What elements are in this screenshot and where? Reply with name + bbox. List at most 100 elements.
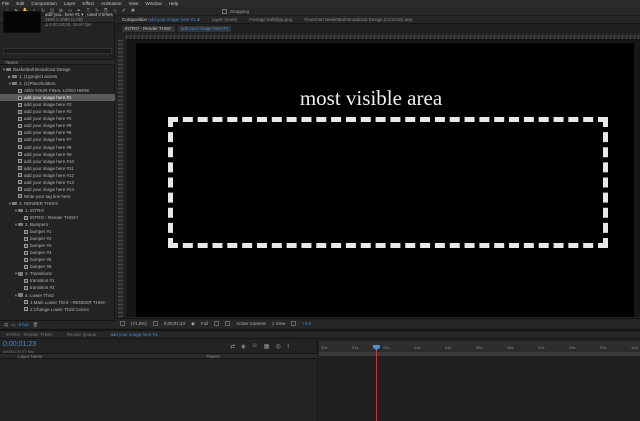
project-search-input[interactable] <box>3 48 112 54</box>
menu-item-animation[interactable]: Animation <box>101 1 121 6</box>
comp-navigator-item[interactable]: add your image here #1 <box>177 26 232 32</box>
comp-row[interactable]: bumper #3 <box>0 242 115 249</box>
draft-3d-icon[interactable]: ◈ <box>241 343 246 350</box>
always-preview-icon[interactable] <box>120 321 125 326</box>
menu-item-composition[interactable]: Composition <box>31 1 57 6</box>
folder-row[interactable]: ▼ 2. Bumpers <box>0 221 115 228</box>
comp-row[interactable]: transition #1 <box>0 277 115 284</box>
comp-navigator-item[interactable]: INTRO - Render THIS!! <box>122 26 175 32</box>
menu-item-edit[interactable]: Edit <box>16 1 24 6</box>
comp-row[interactable]: add your image here #8 <box>0 144 115 151</box>
project-tree: ▼ Basketball Broadcast Design ▶ 1. (1)proje… <box>0 66 115 316</box>
comp-row[interactable]: bumper #5 <box>0 256 115 263</box>
shy-layers-icon[interactable]: ☺ <box>252 343 258 350</box>
comp-row[interactable]: add your image here #4 <box>0 115 115 122</box>
layer-name-column[interactable]: Layer Name <box>18 354 43 359</box>
comp-row[interactable]: bumper #6 <box>0 263 115 270</box>
viewer-tab-type: Composition <box>122 17 149 22</box>
menu-item-layer[interactable]: Layer <box>64 1 76 6</box>
folder-row[interactable]: ▼ 3. RENDER THIS!!! <box>0 200 115 207</box>
project-item-label: add your image here #6 <box>24 130 72 136</box>
folder-row[interactable]: ▼ 3. Transitions <box>0 270 115 277</box>
comp-row[interactable]: bumper #2 <box>0 235 115 242</box>
viewer-tab[interactable]: Composition add your image here #1 ≡ <box>122 17 200 22</box>
project-item-label: bumper #5 <box>30 257 52 263</box>
fast-previews-icon[interactable] <box>291 321 297 326</box>
menu-item-effect[interactable]: Effect <box>82 1 94 6</box>
comp-row[interactable]: add your image here #7 <box>0 136 115 143</box>
bit-depth-button[interactable]: 8 bpc <box>19 322 30 327</box>
camera-dropdown[interactable]: Active Camera <box>236 321 266 326</box>
project-item-label: Basketball Broadcast Design <box>13 67 71 73</box>
puppet-tool-icon[interactable]: ✱ <box>130 8 136 14</box>
exposure-value[interactable]: +0.0 <box>302 321 311 326</box>
transparency-grid-icon[interactable] <box>225 321 231 326</box>
interpret-footage-icon[interactable]: ▤ <box>4 322 8 328</box>
viewer-tab[interactable]: Layer (none) <box>212 17 238 22</box>
timeline-tab[interactable]: add your image here #1 <box>110 332 158 337</box>
composition-icon <box>18 95 22 100</box>
project-column-header[interactable]: Name <box>0 59 115 65</box>
viewer-tabs: Composition add your image here #1 ≡ Laye… <box>116 16 640 24</box>
timeline-tab[interactable]: Render Queue <box>67 332 97 337</box>
folder-row[interactable]: ▼ 2. (1)Placeholders <box>0 80 115 87</box>
work-area-bar[interactable] <box>319 352 640 356</box>
time-ruler[interactable]: 00s 01s 02s 03s 04s 05s 06s 07s 08s 09s 10s <box>319 345 640 352</box>
snapping-label: Snapping <box>230 9 250 14</box>
region-of-interest-icon[interactable] <box>214 321 220 326</box>
folder-row[interactable]: ▼ 4. Lower Third <box>0 292 115 299</box>
motion-blur-icon[interactable]: ◎ <box>275 343 280 350</box>
snapping-checkbox[interactable] <box>222 9 227 14</box>
menu-item-file[interactable]: File <box>2 1 9 6</box>
menu-item-window[interactable]: Window <box>145 1 161 6</box>
comp-row[interactable]: add your image here #10 <box>0 158 115 165</box>
zoom-dropdown[interactable]: (71.8%) <box>131 321 147 326</box>
timeline-tab[interactable]: INTRO - Render THIS!! <box>6 332 53 337</box>
resolution-dropdown[interactable]: Full <box>201 321 208 326</box>
timeline-timecode[interactable]: 0;00;01;23 <box>3 341 36 348</box>
viewer-tab-name: add your image here #1 <box>148 17 196 22</box>
comp-row[interactable]: add your image here #1 <box>0 94 115 102</box>
folder-row[interactable]: ▶ 1. (1)project assets <box>0 73 115 80</box>
parent-column[interactable]: Parent <box>207 354 220 359</box>
folder-row[interactable]: ▼ 1. INTRO <box>0 207 115 214</box>
grid-overlay-icon[interactable] <box>152 321 158 326</box>
project-item-label: add your image here #2 <box>24 102 72 108</box>
composition-icon <box>18 180 22 185</box>
comp-row[interactable]: add your image here #11 <box>0 165 115 172</box>
roto-brush-tool-icon[interactable]: ✐ <box>121 8 127 14</box>
comp-row[interactable]: bumper #1 <box>0 228 115 235</box>
comp-row[interactable]: add your image here #2 <box>0 101 115 108</box>
comp-row[interactable]: add your image here #12 <box>0 172 115 179</box>
viewer-tab[interactable]: Flowchart Basketball Broadcast Design (C… <box>304 17 412 22</box>
comp-row[interactable]: add your image here #6 <box>0 129 115 136</box>
comp-mini-flowchart-icon[interactable]: ⇄ <box>230 343 235 350</box>
snapping-control[interactable]: Snapping <box>222 9 249 14</box>
comp-row[interactable]: add your image here #14 <box>0 186 115 193</box>
folder-row[interactable]: ▼ Basketball Broadcast Design <box>0 66 115 73</box>
menu-item-view[interactable]: View <box>128 1 138 6</box>
new-folder-icon[interactable]: ▭ <box>11 322 15 328</box>
snapshot-icon[interactable]: ◉ <box>191 321 195 327</box>
comp-row[interactable]: 1.Main Lower Third --RENDER THIS!! <box>0 299 115 306</box>
views-dropdown[interactable]: 1 View <box>272 321 285 326</box>
composition-icon <box>18 173 22 178</box>
comp-row[interactable]: add your image here #9 <box>0 151 115 158</box>
project-item-label: 1.Main Lower Third --RENDER THIS!! <box>30 299 106 305</box>
comp-row[interactable]: add your image here #13 <box>0 179 115 186</box>
comp-row[interactable]: transition #2 <box>0 284 115 291</box>
menu-item-help[interactable]: Help <box>169 1 178 6</box>
graph-editor-icon[interactable]: ⌇ <box>287 343 290 350</box>
comp-row[interactable]: ADD YOUR FINAL LOGO HERE <box>0 87 115 94</box>
comp-row[interactable]: 2.Change Lower Third Colors <box>0 306 115 313</box>
comp-row[interactable]: INTRO - Render THIS!!! <box>0 214 115 221</box>
trash-icon[interactable]: 🗑 <box>33 322 39 328</box>
comp-row[interactable]: bumper #4 <box>0 249 115 256</box>
comp-row[interactable]: add your image here #5 <box>0 122 115 129</box>
comp-row[interactable]: Write your tag line here <box>0 193 115 200</box>
frame-blending-icon[interactable]: ▦ <box>264 343 270 350</box>
viewer-timecode[interactable]: 0;00;01;23 <box>164 321 185 326</box>
folder-icon <box>12 201 17 206</box>
viewer-tab[interactable]: Footage ball@pp.png <box>249 17 292 22</box>
comp-row[interactable]: add your image here #3 <box>0 108 115 115</box>
